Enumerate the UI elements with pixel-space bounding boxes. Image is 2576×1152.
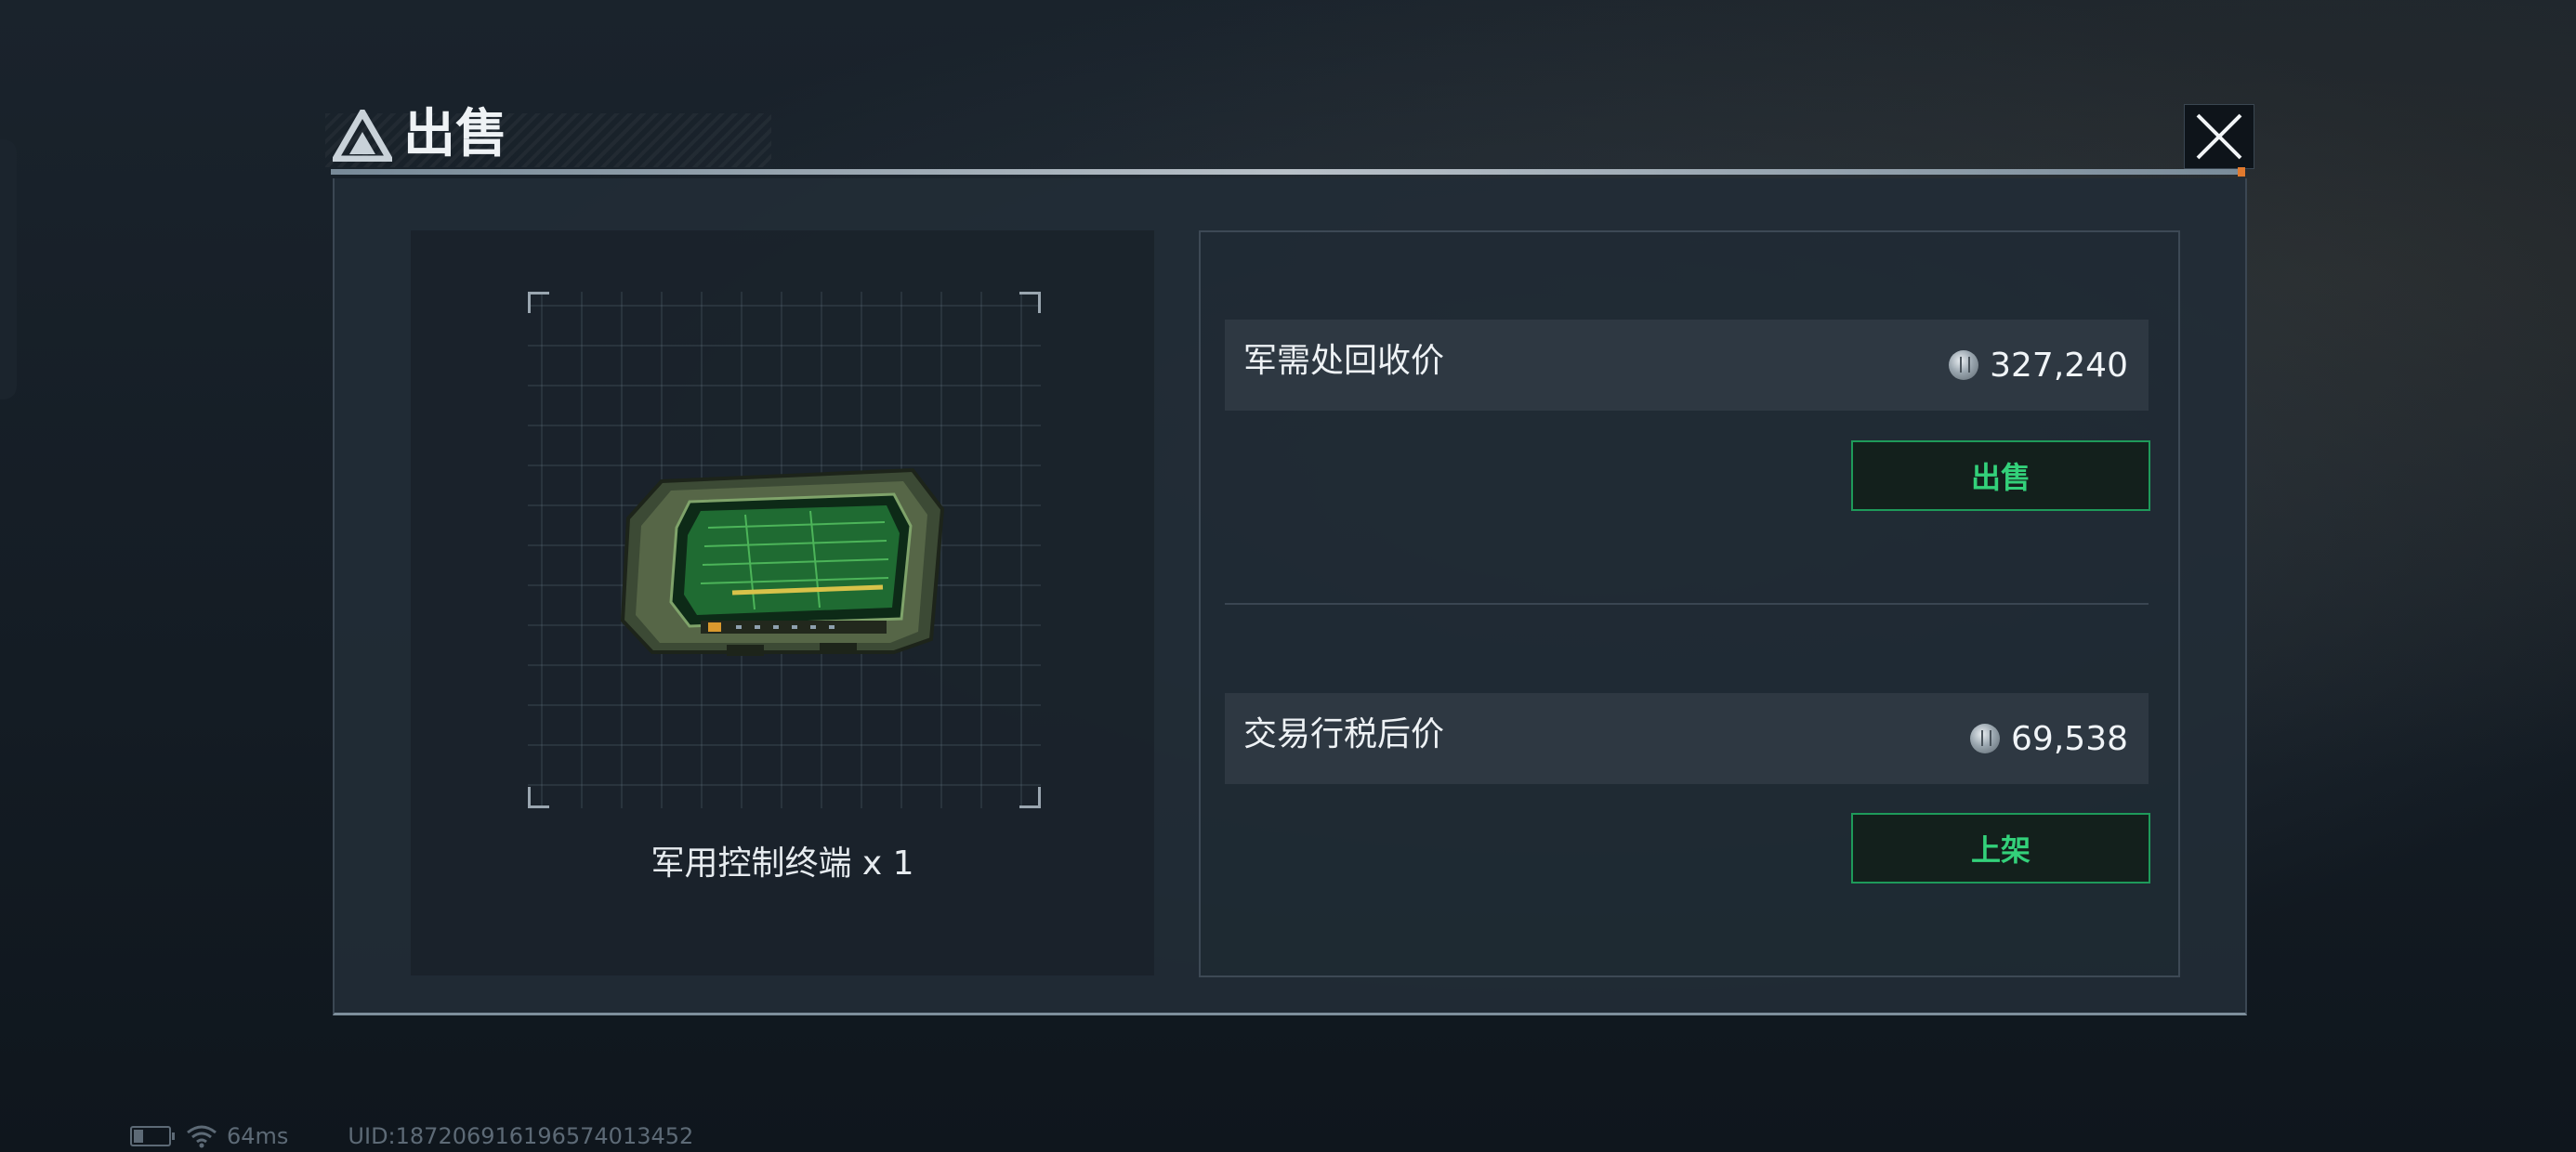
coin-icon xyxy=(1949,350,1979,380)
market-price-value: 69,538 xyxy=(2011,719,2128,758)
recycle-price-value-group: 327,240 xyxy=(1949,320,2128,411)
market-price-row: 交易行税后价 69,538 xyxy=(1225,693,2149,784)
side-handle[interactable] xyxy=(0,139,17,399)
close-button[interactable] xyxy=(2184,104,2254,169)
dialog-header: 出售 xyxy=(325,97,2254,173)
recycle-price-value: 327,240 xyxy=(1990,346,2128,385)
close-icon xyxy=(2196,113,2242,160)
recycle-price-label: 军需处回收价 xyxy=(1243,342,1445,380)
market-price-label: 交易行税后价 xyxy=(1243,715,1445,753)
dialog-title: 出售 xyxy=(403,104,507,164)
uid-text: UID:18720691619657401345​2 xyxy=(348,1123,694,1149)
list-on-market-button[interactable]: 上架 xyxy=(1851,813,2150,884)
battery-icon xyxy=(130,1126,175,1146)
frame-corner xyxy=(1019,292,1041,313)
header-divider-accent xyxy=(2238,167,2245,177)
header-stripe xyxy=(325,113,771,167)
header-divider xyxy=(331,169,2243,175)
ping-value: 64ms xyxy=(227,1123,289,1149)
price-divider xyxy=(1225,603,2149,605)
logo-icon xyxy=(333,110,392,162)
frame-corner xyxy=(528,787,549,808)
frame-corner xyxy=(1019,787,1041,808)
status-bar: 64ms UID:18720691619657401345​2 xyxy=(130,1122,693,1150)
sell-button[interactable]: 出售 xyxy=(1851,440,2150,511)
item-name: 军用控制终端 x 1 xyxy=(651,844,914,883)
market-price-value-group: 69,538 xyxy=(1970,693,2128,784)
recycle-price-row: 军需处回收价 327,240 xyxy=(1225,320,2149,411)
item-image xyxy=(620,467,945,656)
coin-icon xyxy=(1970,724,2001,753)
wifi-icon xyxy=(187,1125,217,1148)
frame-corner xyxy=(528,292,549,313)
